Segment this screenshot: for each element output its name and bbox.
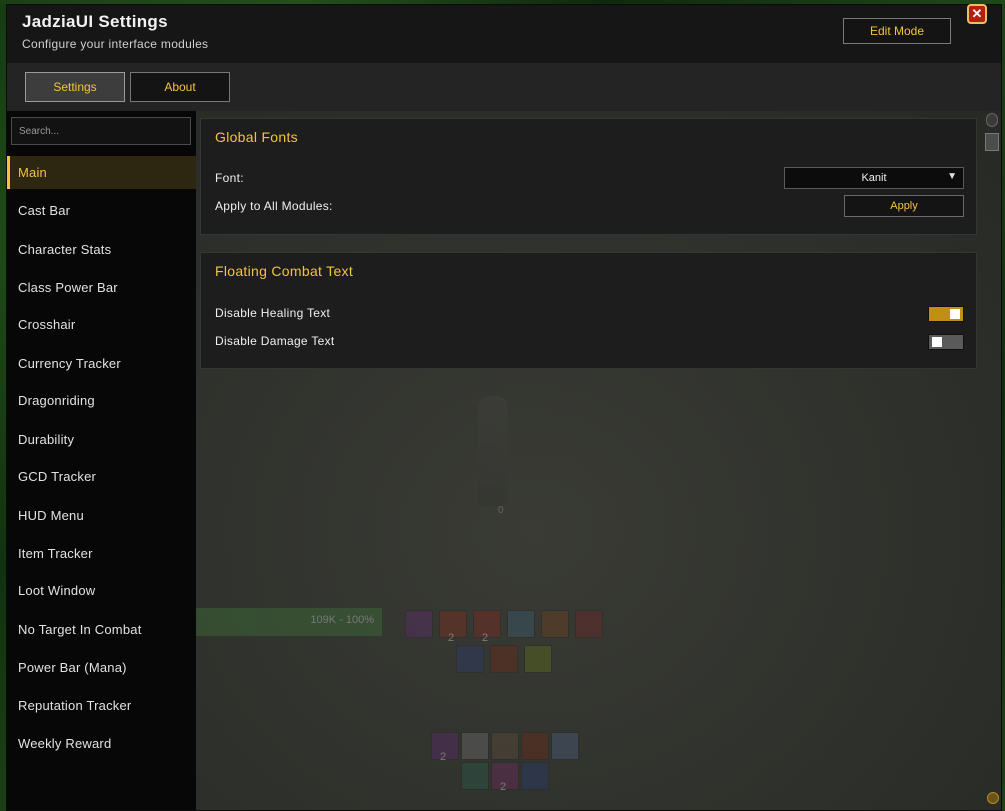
sidebar-item-main[interactable]: Main — [7, 156, 196, 189]
ability-icon — [521, 732, 549, 760]
toggle-knob — [950, 309, 960, 319]
ability-icon — [541, 610, 569, 638]
settings-window: JadziaUI Settings Configure your interfa… — [6, 4, 1002, 811]
global-fonts-panel: Global Fonts Font: Kanit ▼ Apply to All … — [200, 118, 977, 235]
icon-stack-count: 2 — [440, 751, 447, 763]
sidebar-item-loot-window[interactable]: Loot Window — [7, 574, 196, 607]
sidebar-item-power-bar-mana[interactable]: Power Bar (Mana) — [7, 651, 196, 684]
floating-combat-text-panel: Floating Combat Text Disable Healing Tex… — [200, 252, 977, 369]
player-character — [478, 396, 508, 506]
scrollbar-thumb[interactable] — [985, 133, 999, 151]
icon-stack-count: 2 — [448, 632, 455, 644]
scroll-up-icon[interactable] — [986, 113, 998, 127]
disable-healing-label: Disable Healing Text — [215, 306, 331, 320]
ability-icon — [521, 762, 549, 790]
icon-stack-count: 2 — [500, 781, 507, 793]
apply-all-label: Apply to All Modules: — [215, 199, 333, 213]
ability-icon — [461, 762, 489, 790]
ability-icon — [456, 645, 484, 673]
ability-icon — [491, 732, 519, 760]
sidebar-item-hud-menu[interactable]: HUD Menu — [7, 499, 196, 532]
character-counter: 0 — [498, 505, 504, 516]
sidebar-item-weekly-reward[interactable]: Weekly Reward — [7, 727, 196, 760]
sidebar-item-crosshair[interactable]: Crosshair — [7, 308, 196, 341]
content-area: 0 109K - 100% 2 2 2 2 Global Fonts Font:… — [196, 111, 1001, 810]
sidebar-item-reputation-tracker[interactable]: Reputation Tracker — [7, 689, 196, 722]
tab-settings[interactable]: Settings — [25, 72, 125, 102]
disable-damage-toggle[interactable] — [928, 334, 964, 350]
title-bar[interactable]: JadziaUI Settings Configure your interfa… — [7, 5, 1001, 63]
ability-icon — [461, 732, 489, 760]
disable-damage-label: Disable Damage Text — [215, 334, 335, 348]
resize-grip-icon[interactable] — [987, 792, 999, 804]
ability-icon — [551, 732, 579, 760]
disable-healing-toggle[interactable] — [928, 306, 964, 322]
sidebar-item-no-target-in-combat[interactable]: No Target In Combat — [7, 613, 196, 646]
window-title: JadziaUI Settings — [22, 12, 168, 31]
toggle-knob — [932, 337, 942, 347]
floating-combat-text-title: Floating Combat Text — [215, 263, 354, 279]
health-text: 109K - 100% — [310, 614, 374, 626]
font-dropdown-value: Kanit — [861, 172, 887, 184]
sidebar-item-character-stats[interactable]: Character Stats — [7, 233, 196, 266]
sidebar-item-dragonriding[interactable]: Dragonriding — [7, 384, 196, 417]
chevron-down-icon: ▼ — [947, 171, 957, 182]
sidebar-item-item-tracker[interactable]: Item Tracker — [7, 537, 196, 570]
tab-bar: Settings About — [7, 63, 1001, 111]
sidebar-item-cast-bar[interactable]: Cast Bar — [7, 194, 196, 227]
icon-stack-count: 2 — [482, 632, 489, 644]
ability-icon — [575, 610, 603, 638]
sidebar-item-durability[interactable]: Durability — [7, 423, 196, 456]
font-dropdown[interactable]: Kanit ▼ — [784, 167, 964, 189]
sidebar-item-class-power-bar[interactable]: Class Power Bar — [7, 271, 196, 304]
close-button[interactable]: ✕ — [967, 4, 987, 24]
edit-mode-button[interactable]: Edit Mode — [843, 18, 951, 44]
sidebar-item-currency-tracker[interactable]: Currency Tracker — [7, 347, 196, 380]
search-input[interactable] — [11, 117, 191, 145]
global-fonts-title: Global Fonts — [215, 129, 298, 145]
ability-icon — [405, 610, 433, 638]
apply-button[interactable]: Apply — [844, 195, 964, 217]
sidebar-item-gcd-tracker[interactable]: GCD Tracker — [7, 460, 196, 493]
health-bar: 109K - 100% — [196, 608, 382, 636]
ability-icon — [490, 645, 518, 673]
ability-icon — [507, 610, 535, 638]
font-label: Font: — [215, 171, 244, 185]
window-subtitle: Configure your interface modules — [22, 37, 209, 51]
sidebar: Main Cast Bar Character Stats Class Powe… — [7, 111, 196, 810]
ability-icon — [524, 645, 552, 673]
tab-about[interactable]: About — [130, 72, 230, 102]
